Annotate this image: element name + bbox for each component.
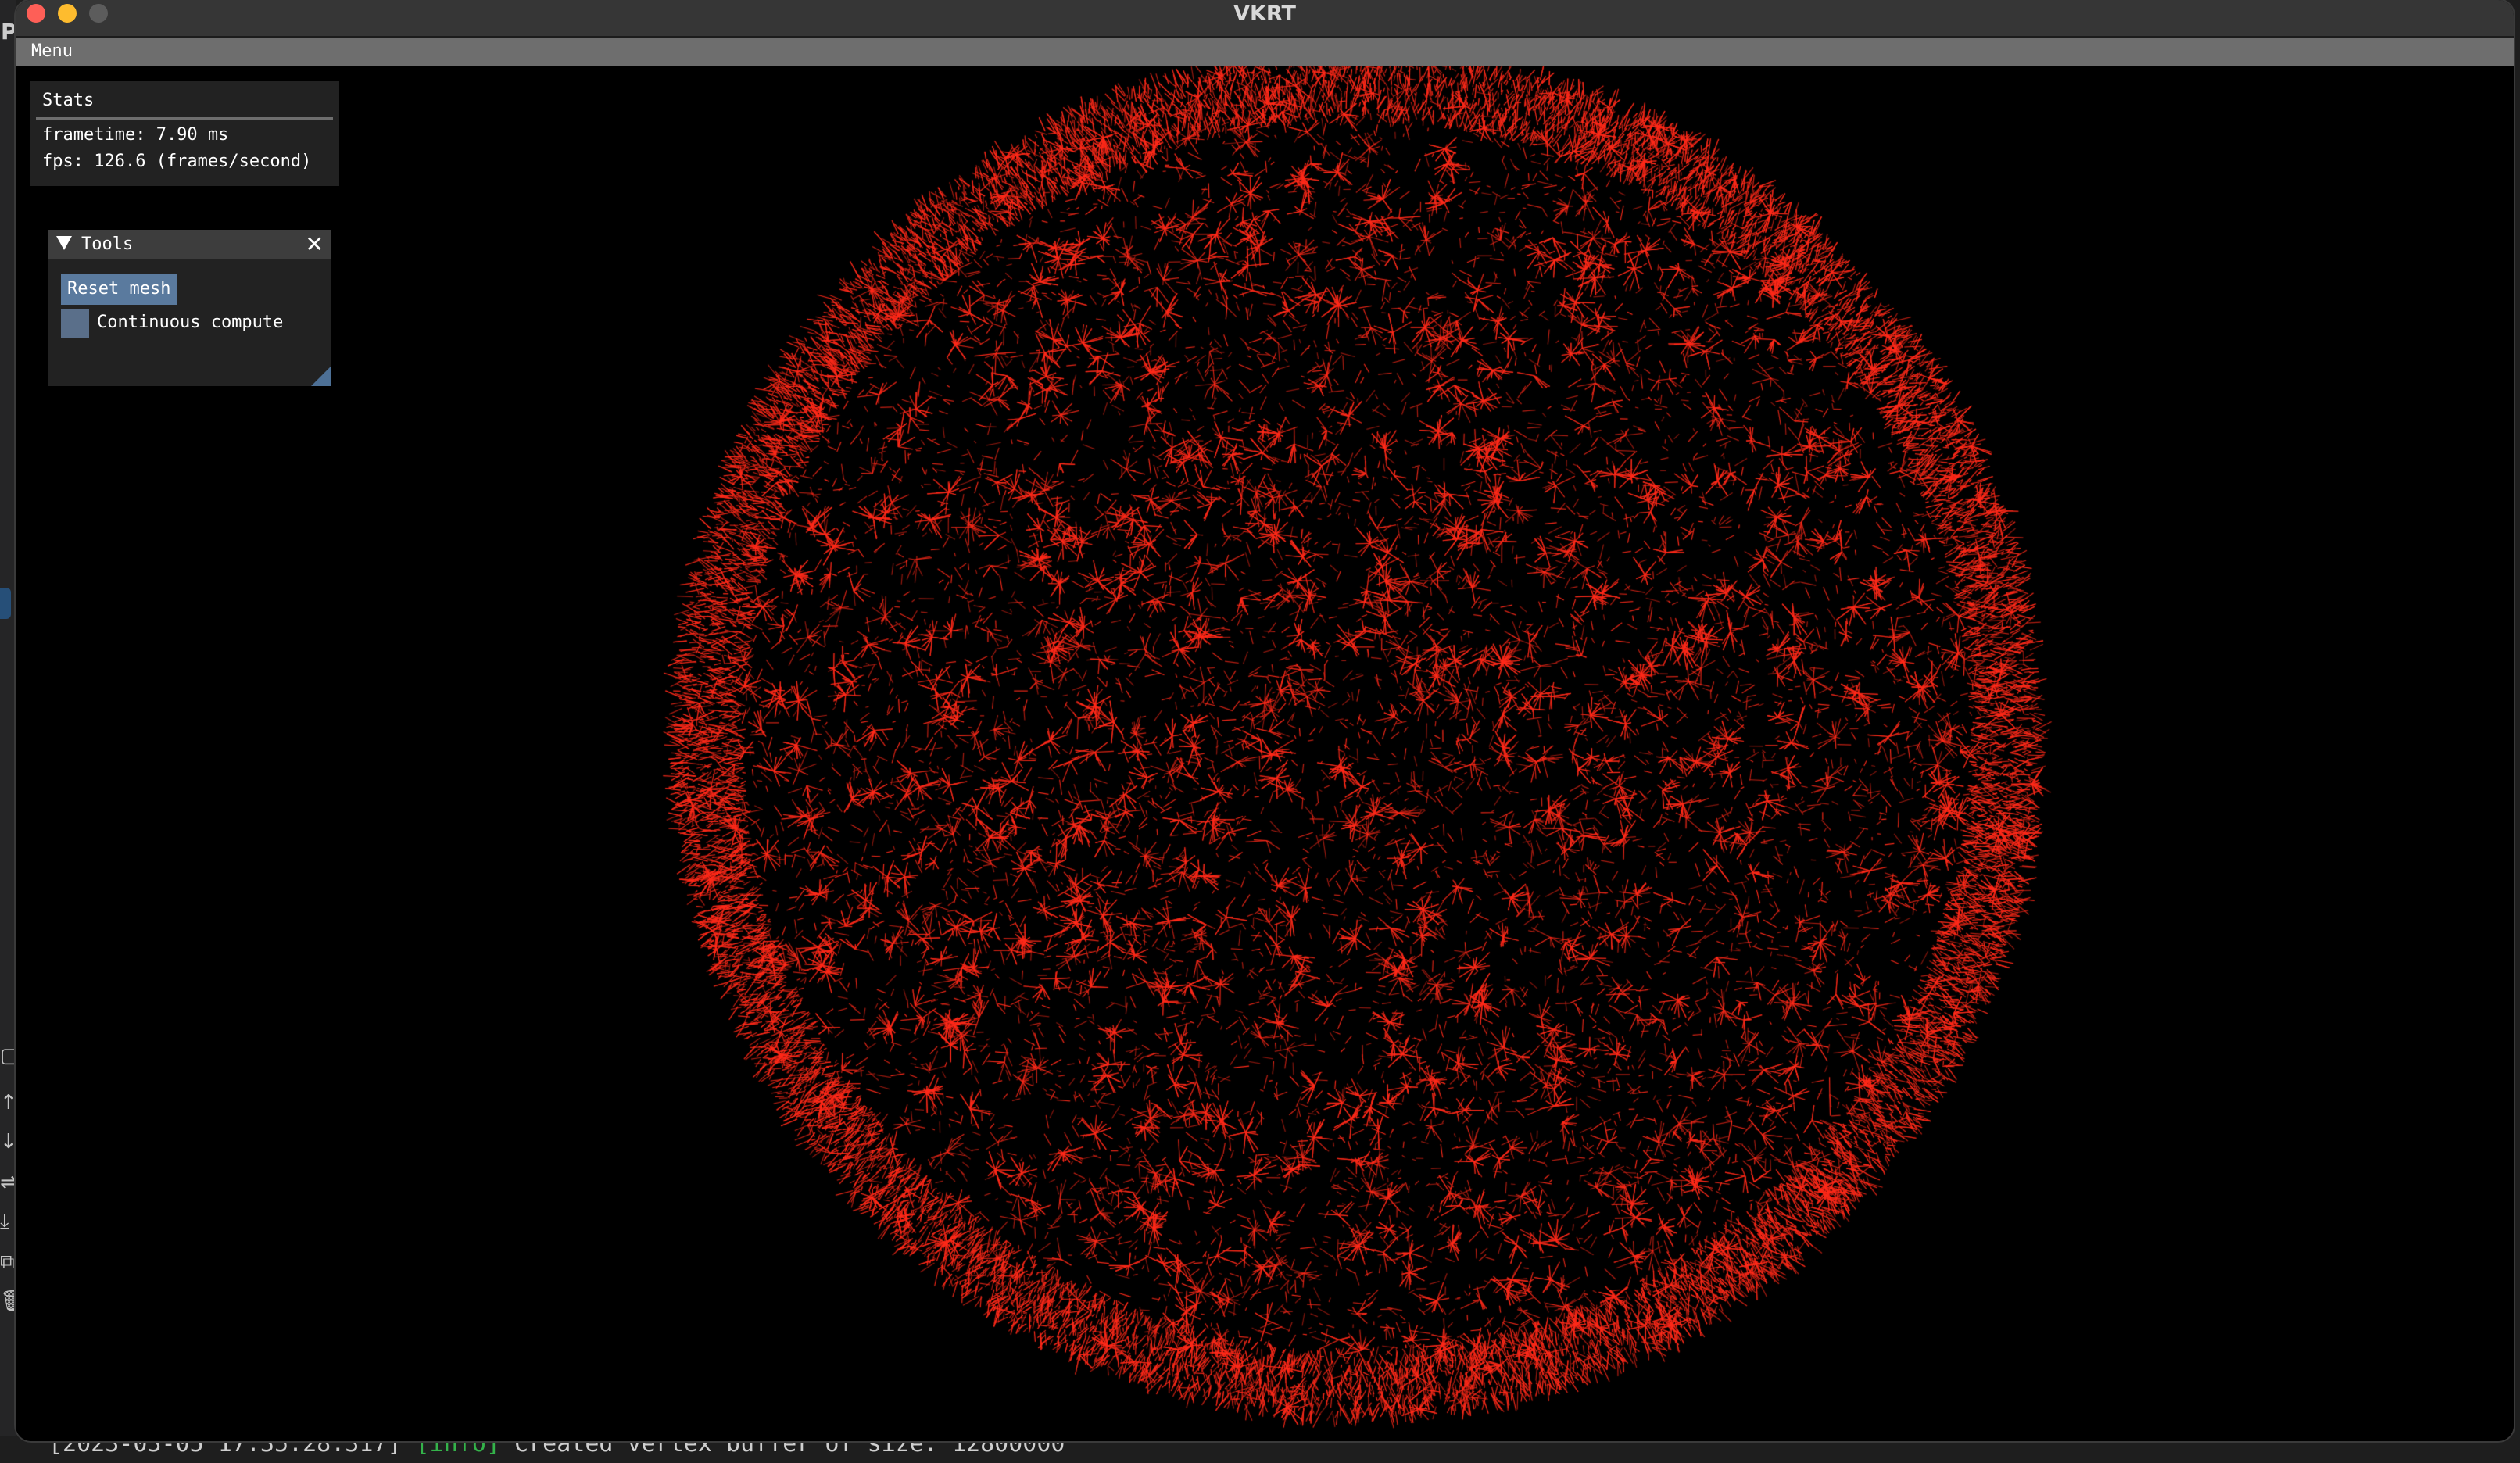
collapse-arrow-icon[interactable] [56,236,72,250]
tools-panel-title: Tools [81,234,134,254]
continuous-compute-checkbox[interactable] [61,309,89,338]
reset-mesh-button[interactable]: Reset mesh [61,274,177,305]
stats-separator [36,117,333,120]
download-icon[interactable]: ⤓ [0,1211,13,1232]
menu-button[interactable]: Menu [31,38,73,66]
menu-bar: Menu [16,38,2514,66]
render-viewport[interactable]: Stats frametime: 7.90 ms fps: 126.6 (fra… [16,66,2514,1441]
background-editor-strip: P ▢ ↑ ↓ ⇌ ⤓ ⧉ 🗑 [0,0,26,1463]
tools-panel-header[interactable]: Tools ✕ [48,230,331,259]
wrap-icon[interactable]: ⇌ [0,1172,17,1193]
particle-sphere-render [16,66,2514,1441]
continuous-compute-label: Continuous compute [97,313,284,332]
fps-text: fps: 126.6 (frames/second) [42,152,312,171]
trash-icon[interactable]: 🗑 [0,1291,26,1311]
background-square-icon[interactable]: ▢ [0,1046,20,1066]
close-icon[interactable]: ✕ [306,230,324,259]
stats-panel-title: Stats [42,91,95,110]
arrow-down-icon[interactable]: ↓ [0,1132,17,1152]
background-selection-marker [0,588,11,619]
tools-panel: Tools ✕ Reset mesh Continuous compute [48,230,331,386]
background-partial-letter: P [1,19,17,45]
window-title: VKRT [1233,2,1296,26]
resize-grip-icon[interactable] [311,366,331,386]
frametime-text: frametime: 7.90 ms [42,125,229,145]
title-bar[interactable]: VKRT [16,0,2514,38]
stats-panel: Stats frametime: 7.90 ms fps: 126.6 (fra… [30,81,339,186]
app-window: VKRT Menu Stats frametime: 7.90 ms fps: … [16,0,2514,1441]
copy-icon[interactable]: ⧉ [0,1252,15,1272]
arrow-up-icon[interactable]: ↑ [0,1093,17,1113]
